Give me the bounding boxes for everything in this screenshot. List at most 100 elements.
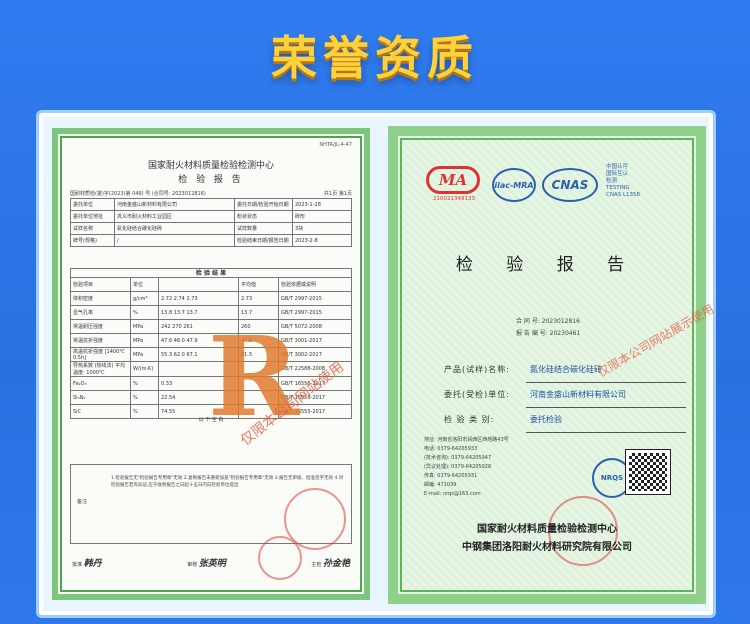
cma-icon: MA <box>426 166 480 194</box>
contact-line: 地址: 河南省洛阳市涧西区西苑路43号 <box>424 437 509 443</box>
table-row: 牌号(规格) / 检验结束日期/报告日期 2023-2-8 <box>70 234 352 247</box>
field-value: 河南金盛山新材料有限公司 <box>526 383 686 408</box>
cma-number: 210021349133 <box>433 196 475 202</box>
field-label: 试样名称 <box>70 222 115 235</box>
contact-line: E-mail: nrqs@163.com <box>424 491 481 497</box>
banner-title: 荣誉资质 <box>271 31 479 85</box>
field-value: / <box>114 234 235 247</box>
result-name: 导热系数 (热线法) 平均温度: 1000℃ <box>70 361 131 377</box>
reviewer-label: 审核 <box>187 562 198 568</box>
field-value: 河南金盛山新材料有限公司 <box>114 198 235 211</box>
result-unit: W/(m·K) <box>130 361 159 377</box>
field-row: 检 验 类 别: 委托检验 <box>444 408 686 433</box>
report-label: 报 告 编 号: <box>516 330 548 337</box>
approver-label: 批准 <box>72 562 83 568</box>
result-name: 体积密度 <box>70 291 131 306</box>
result-unit: g/cm³ <box>130 291 159 306</box>
result-standard: GB/T 2997-2015 <box>278 291 352 306</box>
approver-signature: 韩丹 <box>83 559 102 569</box>
field-label: 牌号(规格) <box>70 234 115 247</box>
approver: 批准 韩丹 <box>72 556 102 569</box>
signature-row: 批准 韩丹 审核 张英明 主检 孙金艳 <box>72 556 350 569</box>
ilac-mra-icon: ilac-MRA <box>492 168 536 202</box>
contact-line: 传真: 0379-64205931 <box>424 473 478 479</box>
issuing-org-name: 国家耐火材料质量检验检测中心 <box>477 524 617 535</box>
result-unit: MPa <box>130 319 159 334</box>
banner: 荣誉资质 <box>0 0 750 110</box>
result-values: 2.72 2.74 2.73 <box>158 291 239 306</box>
result-name: 显气孔率 <box>70 305 131 320</box>
table-row: 体积密度 g/cm³ 2.72 2.74 2.73 2.73 GB/T 2997-201… <box>70 291 352 306</box>
field-label: 粉状状态 <box>234 210 293 223</box>
results-heading: 检 验 结 果 <box>70 268 352 277</box>
test-report-certificate-left: NHTA/JL-4-47 国家耐火材料质量检验检测中心 检 验 报 告 国耐材质… <box>52 128 370 600</box>
field-label: 委托单位地址 <box>70 210 115 223</box>
table-row: 委托单位 河南金盛山新材料有限公司 委托日期/检验开始日期 2023-1-28 <box>70 198 352 211</box>
result-unit: MPa <box>130 333 159 348</box>
table-row: 委托单位地址 巩义市耐火材料工业园区 粉状状态 砖形 <box>70 210 352 223</box>
result-unit: 单位 <box>130 277 159 292</box>
field-row: 委托(受检)单位: 河南金盛山新材料有限公司 <box>444 383 686 408</box>
cnas-line: TESTING <box>606 185 630 191</box>
report-numbers: 合 同 号: 2023012816 报 告 编 号: 20230461 <box>516 316 580 340</box>
contact-line: 邮编: 471039 <box>424 482 457 488</box>
field-value: 2023-1-28 <box>292 198 352 211</box>
result-unit: % <box>130 390 159 405</box>
table-row: 试样名称 氮化硅结合碳化硅砖 试样数量 3块 <box>70 222 352 235</box>
reviewer: 审核 张英明 <box>187 556 226 569</box>
test-report-certificate-right: MA 210021349133 ilac-MRA CNAS 中国认可 国际互认 … <box>388 126 716 604</box>
field-value: 3块 <box>292 222 352 235</box>
field-value: 砖形 <box>292 210 352 223</box>
field-value: 2023-2-8 <box>292 234 352 247</box>
result-avg: 平均值 <box>238 277 279 292</box>
page-count: 共1页 第1页 <box>324 191 352 197</box>
org-name: 国家耐火材料质量检验检测中心 <box>147 161 274 171</box>
cnas-line: 国际互认 <box>606 171 629 177</box>
result-name: Si₃N₄ <box>70 390 131 405</box>
field-label: 检 验 类 别: <box>444 415 495 424</box>
accreditation-logos: MA 210021349133 ilac-MRA CNAS 中国认可 国际互认 … <box>426 162 676 208</box>
result-name: 检验项目 <box>70 277 131 292</box>
inspector-signature: 孙金艳 <box>322 559 350 569</box>
result-values <box>158 277 239 292</box>
reviewer-signature: 张英明 <box>198 559 226 569</box>
cnas-line: 检测 <box>606 178 618 184</box>
result-unit: % <box>130 376 159 391</box>
report-number: 20230461 <box>549 330 581 337</box>
contact-line: (异议处理): 0379-64205928 <box>424 464 492 470</box>
result-avg: 2.73 <box>238 291 279 306</box>
field-value: 巩义市耐火材料工业园区 <box>114 210 235 223</box>
report-title: 检 验 报 告 <box>455 255 639 275</box>
contract-label: 合 同 号: <box>516 318 540 325</box>
contract-number: 2023012816 <box>541 318 580 325</box>
report-meta: 国耐材质检(委)字(2023)第 046) 号 (合同号: 2023012816… <box>70 190 352 197</box>
contact-line: 电话: 0379-64205933 <box>424 446 478 452</box>
info-table: 委托单位 河南金盛山新材料有限公司 委托日期/检验开始日期 2023-1-28 … <box>70 198 352 247</box>
cnas-line: CNAS L1358 <box>606 192 641 198</box>
result-unit: MPa <box>130 347 159 362</box>
cma-logo: MA 210021349133 <box>426 166 482 202</box>
field-row: 产品(试样)名称: 氮化硅结合碳化硅砖 <box>444 358 686 383</box>
remarks-label: 备注 <box>77 499 88 505</box>
field-label: 检验结束日期/报告日期 <box>234 234 293 247</box>
issuing-org-company: 中钢集团洛阳耐火材料研究院有限公司 <box>462 542 632 553</box>
field-value: 委托检验 <box>526 408 686 433</box>
cnas-caption: 中国认可 国际互认 检测 TESTING CNAS L1358 <box>606 164 640 199</box>
result-standard: 检验依据或说明 <box>278 277 352 292</box>
report-number-row: 报 告 编 号: 20230461 <box>516 328 580 340</box>
result-name: 常温抗折强度 <box>70 333 131 348</box>
field-label: 委托日期/检验开始日期 <box>234 198 293 211</box>
inspector-label: 主检 <box>311 562 322 568</box>
result-name: 常温耐压强度 <box>70 319 131 334</box>
remarks-text: 1.检验报告无"检验报告专用章"无效 2.复制报告未重新加盖"检验报告专用章"无… <box>111 476 344 488</box>
report-number: 国耐材质检(委)字(2023)第 046) 号 (合同号: 2023012816… <box>70 191 206 197</box>
result-unit: % <box>130 305 159 320</box>
cnas-icon: CNAS <box>542 168 598 202</box>
inspector: 主检 孙金艳 <box>311 556 350 569</box>
contract-number-row: 合 同 号: 2023012816 <box>516 316 580 328</box>
report-fields: 产品(试样)名称: 氮化硅结合碳化硅砖 委托(受检)单位: 河南金盛山新材料有限公司… <box>444 358 686 433</box>
field-label: 试样数量 <box>234 222 293 235</box>
contact-line: (技术咨询): 0379-64205947 <box>424 455 492 461</box>
cnas-line: 中国认可 <box>606 164 629 170</box>
result-name: Fe₂O₃ <box>70 376 131 391</box>
